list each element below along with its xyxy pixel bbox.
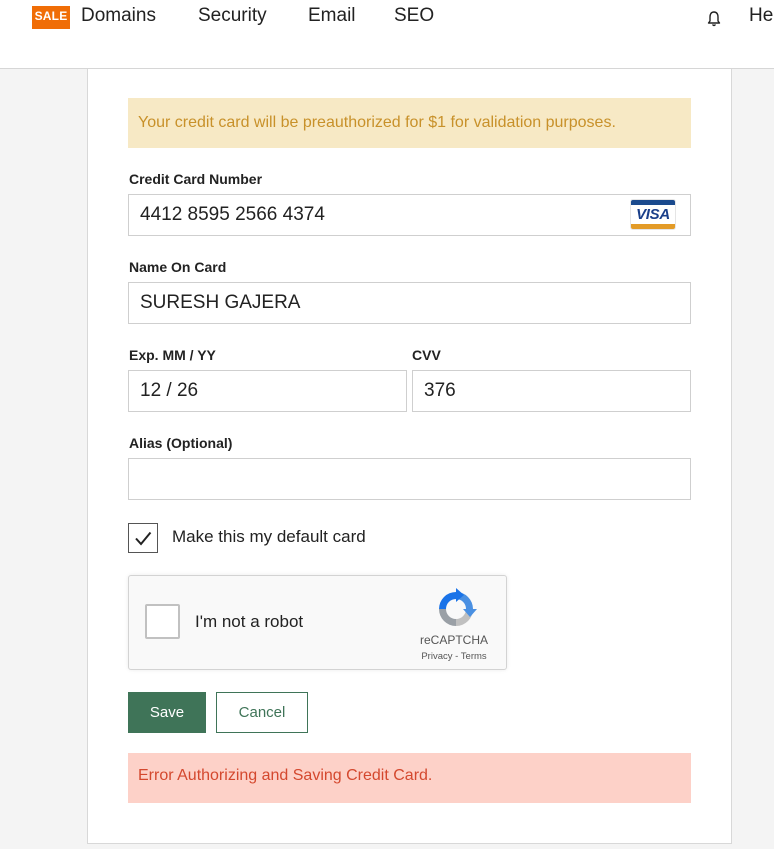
expiry-label: Exp. MM / YY (129, 347, 216, 363)
recaptcha-link-separator: - (452, 651, 461, 662)
save-button[interactable]: Save (128, 692, 206, 733)
recaptcha-brand: reCAPTCHA (419, 633, 488, 647)
recaptcha-terms-link[interactable]: Terms (461, 651, 487, 662)
nav-item-help[interactable]: He (749, 5, 773, 27)
name-on-card-input[interactable] (128, 282, 691, 324)
recaptcha-checkbox[interactable] (145, 604, 180, 639)
card-brand-label: VISA (631, 205, 675, 224)
preauth-notice: Your credit card will be preauthorized f… (128, 98, 691, 148)
alias-input[interactable] (128, 458, 691, 500)
name-on-card-label: Name On Card (129, 259, 227, 275)
nav-item-seo[interactable]: SEO (394, 5, 434, 27)
cancel-button[interactable]: Cancel (216, 692, 308, 733)
sale-badge[interactable]: SALE (32, 6, 70, 29)
cvv-input[interactable] (412, 370, 691, 412)
card-number-input[interactable] (128, 194, 691, 236)
expiry-input[interactable] (128, 370, 407, 412)
cvv-label: CVV (412, 347, 441, 363)
recaptcha-label: I'm not a robot (195, 612, 304, 631)
default-card-checkbox[interactable] (128, 523, 158, 553)
nav-item-security[interactable]: Security (198, 5, 267, 27)
alias-label: Alias (Optional) (129, 435, 233, 451)
recaptcha-privacy-link[interactable]: Privacy (421, 651, 452, 662)
recaptcha-logo-icon (439, 588, 477, 626)
card-number-label: Credit Card Number (129, 171, 263, 187)
bell-icon[interactable] (706, 10, 722, 28)
visa-card-icon: VISA (630, 199, 676, 230)
error-message: Error Authorizing and Saving Credit Card… (128, 753, 691, 803)
top-navigation: SALE Domains Security Email SEO He (0, 0, 774, 69)
recaptcha-links: Privacy - Terms (411, 651, 497, 662)
checkmark-icon (135, 531, 152, 546)
nav-item-domains[interactable]: Domains (81, 5, 156, 27)
nav-item-email[interactable]: Email (308, 5, 356, 27)
default-card-label[interactable]: Make this my default card (172, 527, 366, 547)
recaptcha-widget: I'm not a robot reCAPTCHA Privacy - Term… (128, 575, 507, 670)
